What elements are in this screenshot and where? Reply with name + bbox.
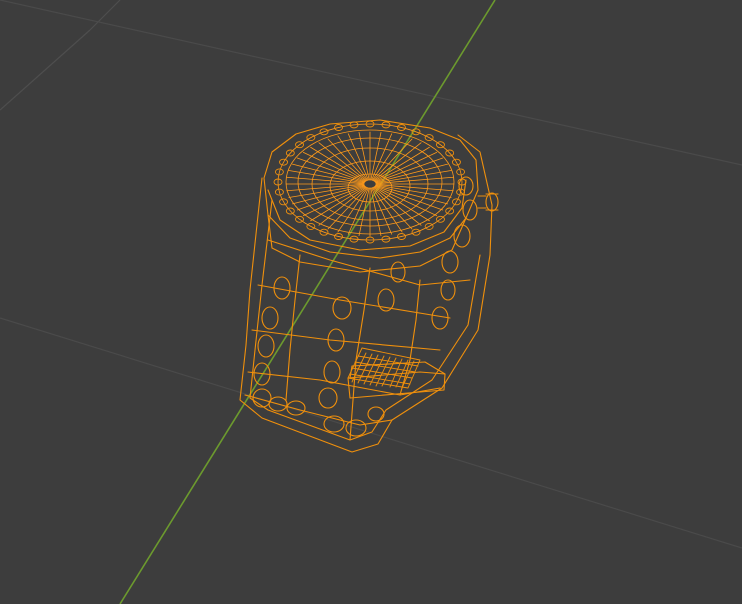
dial-wireframe (277, 123, 463, 241)
viewport-canvas[interactable] (0, 0, 742, 604)
watch-wireframe[interactable] (239, 119, 499, 453)
dial-spoke (370, 187, 382, 236)
grid-line (0, 0, 742, 166)
dial-spoke (358, 132, 370, 181)
dial-spoke (371, 133, 393, 181)
band-edge (257, 284, 451, 319)
3d-viewport[interactable] (0, 0, 742, 604)
y-axis-line (119, 0, 496, 604)
grid-line (0, 29, 91, 111)
dial-spoke (358, 187, 370, 236)
clasp-mesh (347, 347, 421, 389)
crown (477, 192, 499, 212)
band-inner (249, 199, 481, 441)
chain-links-right (377, 176, 478, 330)
band-edge (285, 254, 301, 401)
grid-line (0, 317, 742, 549)
dial-spoke (347, 133, 369, 181)
dial-spoke (370, 132, 382, 181)
band-edge (349, 267, 371, 441)
floor-grid (0, 0, 742, 549)
band-edge (247, 371, 441, 396)
case-side (267, 214, 467, 273)
